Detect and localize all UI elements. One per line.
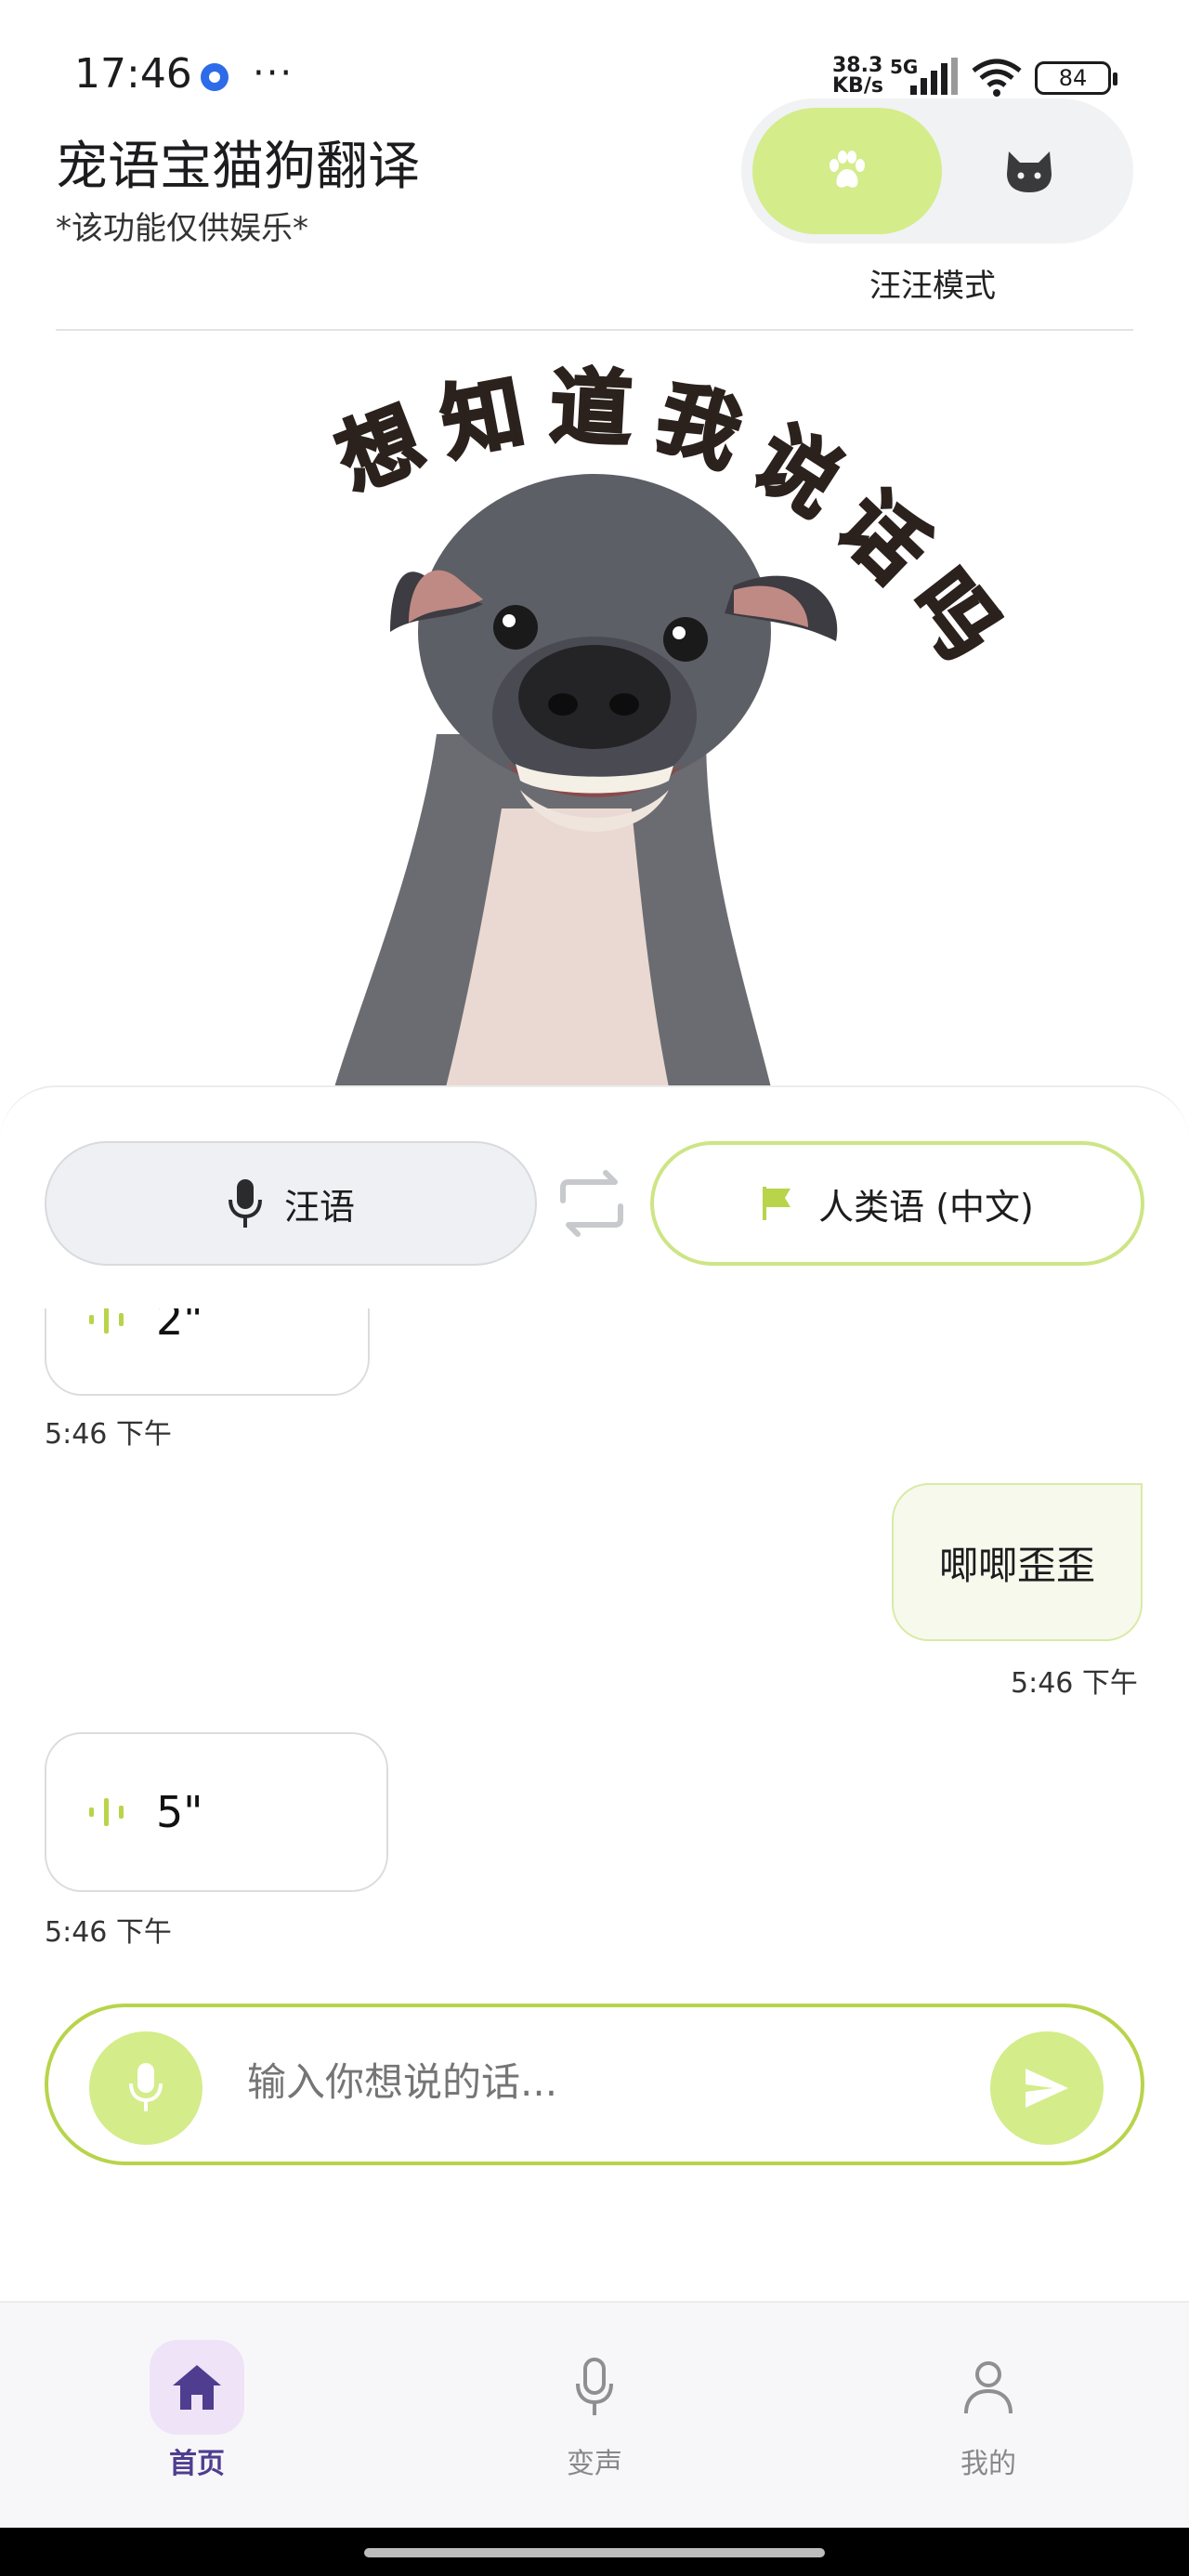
battery-level: 84 — [1058, 65, 1088, 91]
voice-message-bubble[interactable]: 2" — [45, 1308, 370, 1396]
network-speed-unit: KB/s — [832, 74, 883, 98]
message-text: 唧唧歪歪 — [938, 1542, 1095, 1588]
send-button[interactable] — [990, 2031, 1104, 2145]
nav-home-icon-wrap — [150, 2340, 244, 2435]
header-divider — [56, 329, 1133, 331]
swap-icon[interactable] — [554, 1167, 630, 1240]
status-time: 17:46 — [74, 50, 192, 98]
voice-duration: 5" — [156, 1787, 203, 1837]
page-title: 宠语宝猫狗翻译 — [56, 137, 420, 197]
nav-home[interactable]: 首页 — [85, 2340, 308, 2481]
wifi-icon — [972, 59, 1022, 97]
bottom-navigation: 首页 变声 我的 — [0, 2301, 1189, 2528]
chat-list: 2" 5:46 下午 唧唧歪歪 5:46 下午 5" 5:46 下午 — [0, 1308, 1189, 1959]
mode-switch — [741, 99, 1133, 243]
profile-icon — [964, 2361, 1013, 2414]
status-bar: 17:46 ··· 38.3 KB/s 5G 84 — [0, 0, 1189, 102]
message-input[interactable] — [247, 2059, 953, 2105]
status-more: ··· — [253, 52, 294, 95]
text-message-bubble[interactable]: 唧唧歪歪 — [892, 1483, 1143, 1641]
nav-profile-icon-wrap — [941, 2340, 1036, 2435]
nav-voice-changer[interactable]: 变声 — [483, 2340, 706, 2481]
message-input-bar — [45, 2004, 1144, 2165]
send-icon — [1026, 2069, 1068, 2108]
voice-duration: 2" — [156, 1308, 203, 1345]
source-language-label: 汪语 — [283, 1186, 355, 1228]
dog-illustration — [334, 474, 838, 1087]
voice-wave-icon — [89, 1798, 124, 1826]
hero-image: 想知道我说话吗 — [0, 344, 1189, 1087]
signal-icon — [910, 58, 958, 95]
home-icon — [173, 2365, 221, 2410]
page-subtitle: *该功能仅供娱乐* — [56, 210, 308, 247]
target-language-label: 人类语 (中文) — [818, 1186, 1034, 1228]
message-time: 5:46 下午 — [45, 1418, 172, 1451]
message-time: 5:46 下午 — [1011, 1667, 1138, 1700]
microphone-icon — [228, 1179, 262, 1228]
app-notification-icon — [201, 63, 229, 91]
paw-icon — [830, 151, 865, 188]
voice-message-bubble[interactable]: 5" — [45, 1732, 388, 1892]
nav-profile[interactable]: 我的 — [877, 2340, 1100, 2481]
cat-icon — [1007, 151, 1052, 192]
network-speed-value: 38.3 — [832, 54, 883, 77]
voice-wave-icon — [89, 1308, 124, 1334]
nav-profile-label: 我的 — [960, 2448, 1016, 2480]
dog-mode-button[interactable] — [752, 108, 942, 234]
microphone-icon — [576, 2358, 613, 2415]
mode-label: 汪汪模式 — [869, 268, 996, 305]
network-speed: 38.3 KB/s — [832, 56, 883, 97]
flag-icon — [763, 1187, 791, 1220]
voice-input-button[interactable] — [89, 2031, 203, 2145]
home-indicator[interactable] — [364, 2548, 825, 2557]
cat-mode-button[interactable] — [934, 108, 1124, 234]
nav-home-label: 首页 — [169, 2448, 225, 2480]
nav-voice-icon-wrap — [547, 2340, 642, 2435]
message-time: 5:46 下午 — [45, 1916, 172, 1949]
battery-icon: 84 — [1035, 61, 1117, 95]
target-language-button[interactable]: 人类语 (中文) — [650, 1141, 1144, 1266]
source-language-button[interactable]: 汪语 — [45, 1141, 537, 1266]
nav-voice-label: 变声 — [567, 2448, 622, 2480]
microphone-icon — [129, 2063, 163, 2111]
